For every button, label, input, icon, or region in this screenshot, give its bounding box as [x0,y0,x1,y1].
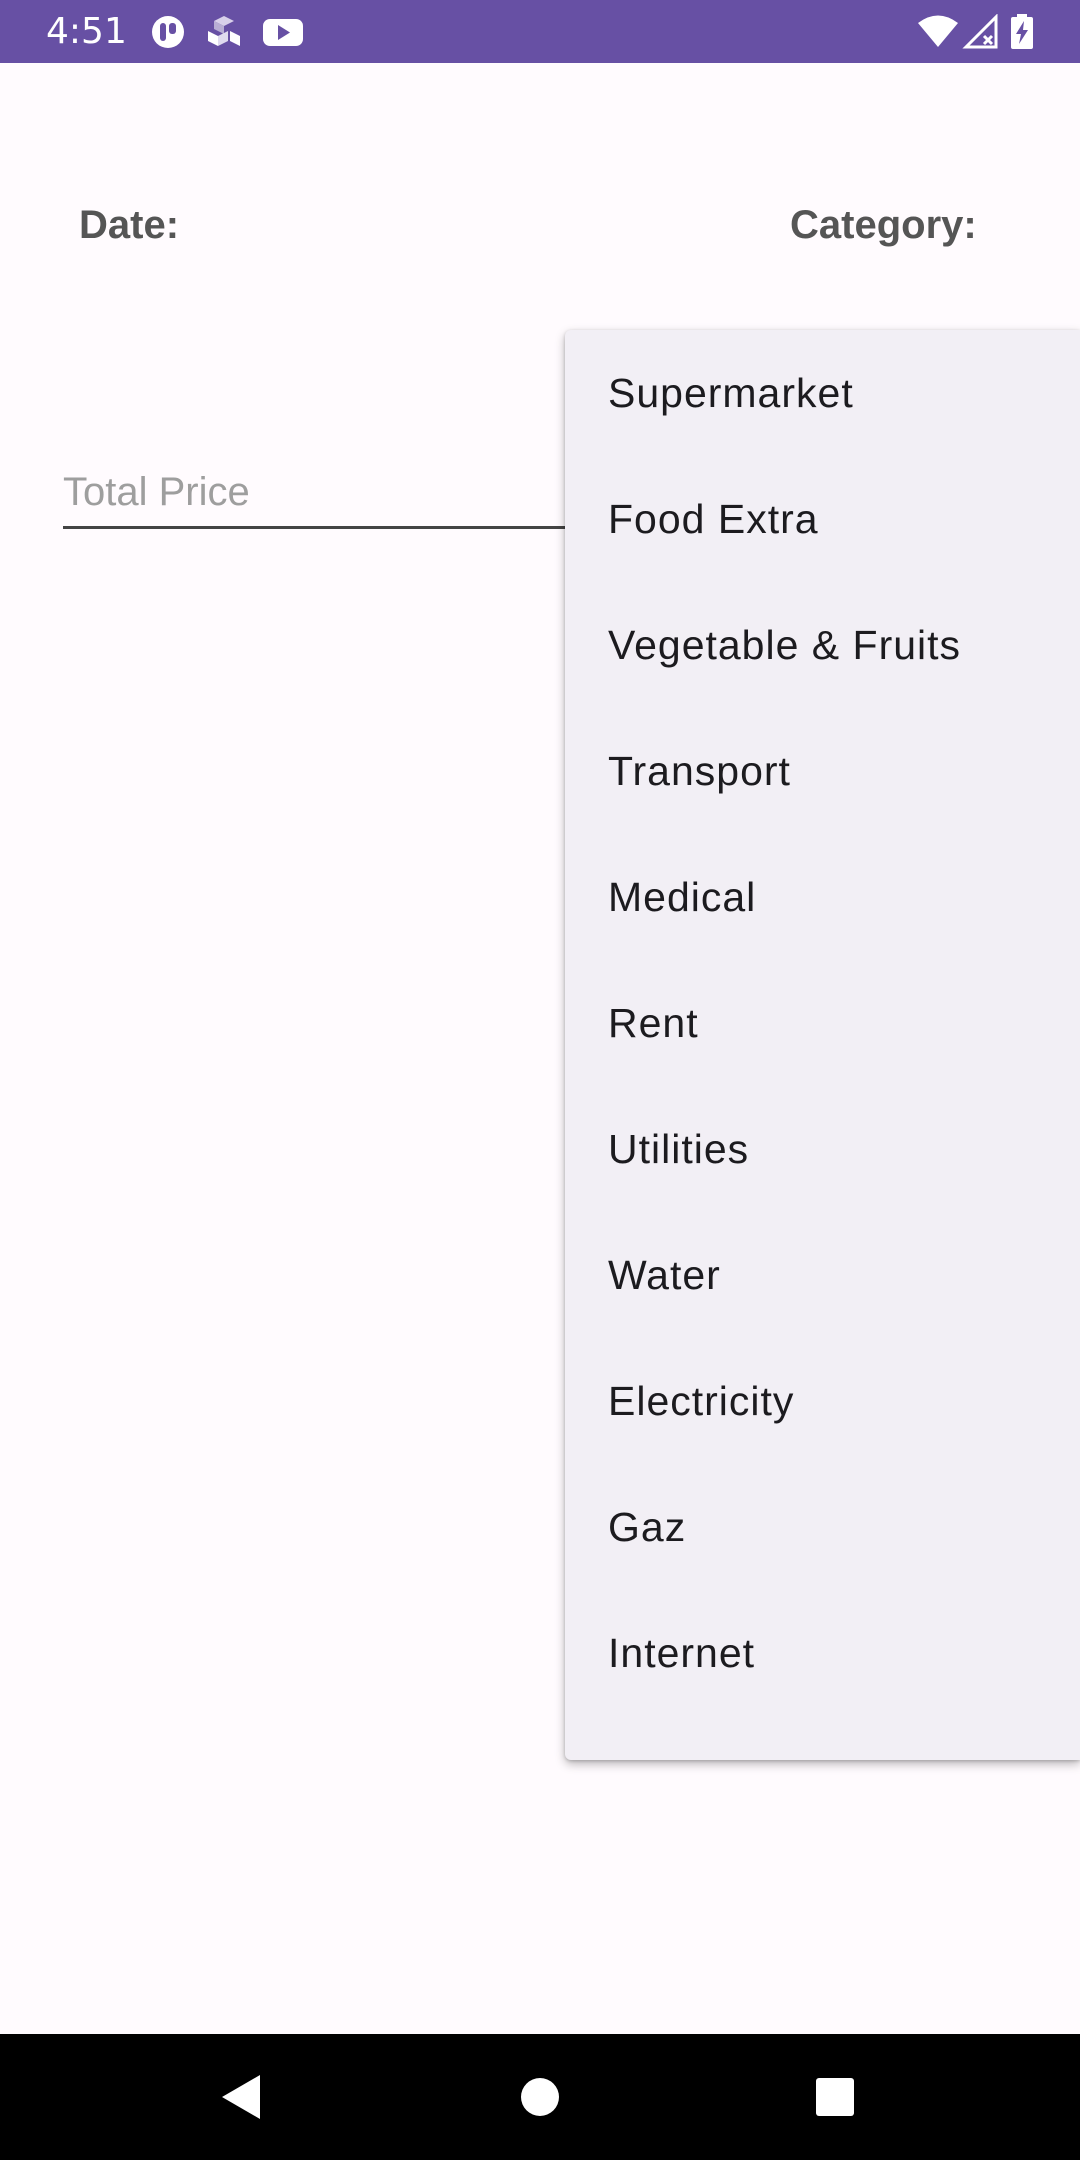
dropdown-item-gaz[interactable]: Gaz [565,1464,1080,1590]
category-dropdown-menu: Supermarket Food Extra Vegetable & Fruit… [565,330,1080,1760]
app-screen: 4:51 Date: Category: Total Price Superma… [0,0,1080,2160]
date-label: Date: [79,203,180,247]
youtube-icon [262,14,304,50]
recents-icon[interactable] [805,2067,865,2127]
battery-charging-icon [1008,14,1036,50]
status-time: 4:51 [46,11,127,52]
home-icon[interactable] [510,2067,570,2127]
dropdown-item-utilities[interactable]: Utilities [565,1086,1080,1212]
dropdown-item-food-extra[interactable]: Food Extra [565,456,1080,582]
dropdown-item-rent[interactable]: Rent [565,960,1080,1086]
back-icon[interactable] [212,2067,272,2127]
game-dice-icon [204,14,244,50]
wifi-icon [916,14,960,50]
dropdown-item-electricity[interactable]: Electricity [565,1338,1080,1464]
dropdown-item-vegetable-fruits[interactable]: Vegetable & Fruits [565,582,1080,708]
status-bar: 4:51 [0,0,1080,63]
cellular-signal-off-icon [962,14,1002,50]
category-label: Category: [790,203,977,247]
navigation-bar [0,2034,1080,2160]
dropdown-item-supermarket[interactable]: Supermarket [565,330,1080,456]
pill-icon [148,14,188,50]
dropdown-item-medical[interactable]: Medical [565,834,1080,960]
dropdown-item-internet[interactable]: Internet [565,1590,1080,1716]
dropdown-item-water[interactable]: Water [565,1212,1080,1338]
dropdown-item-transport[interactable]: Transport [565,708,1080,834]
